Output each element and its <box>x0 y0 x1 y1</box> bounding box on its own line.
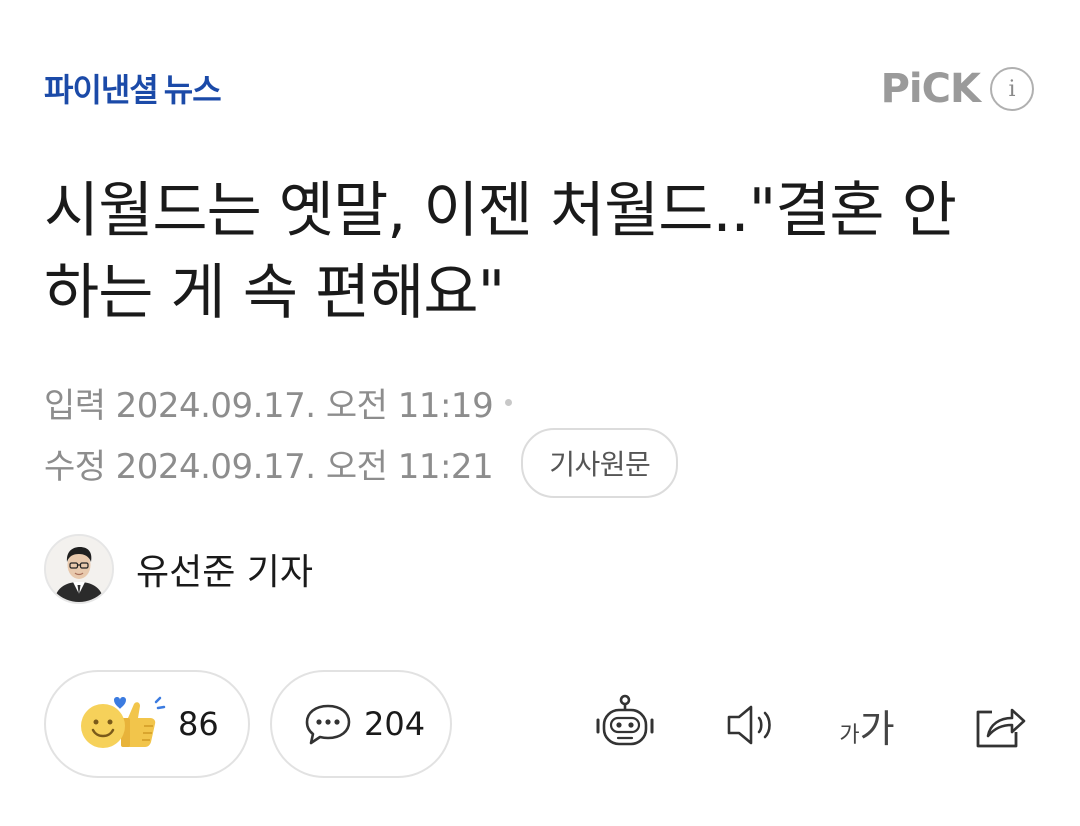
info-icon[interactable]: i <box>990 67 1034 111</box>
comment-icon <box>305 704 351 745</box>
author-avatar[interactable] <box>44 534 114 604</box>
press-logo[interactable]: 파이낸셜 뉴스 <box>44 66 222 110</box>
font-size-big: 가 <box>859 706 895 751</box>
thumbs-up-icon <box>121 696 166 747</box>
speaker-icon <box>727 705 771 745</box>
smile-emoji-icon <box>81 697 126 748</box>
info-glyph: i <box>1008 76 1016 102</box>
comment-button[interactable]: 204 <box>270 670 452 778</box>
modified-datetime: 2024.09.17. 오전 11:21 <box>115 446 494 487</box>
avatar-portrait-icon <box>46 536 112 602</box>
press-name-sub: 뉴스 <box>163 71 222 109</box>
press-name-main: 파이낸셜 <box>44 71 159 109</box>
article-headline: 시월드는 옛말, 이젠 처월드.."결혼 안 하는 게 속 편해요" <box>44 176 957 328</box>
reaction-count: 86 <box>178 705 219 743</box>
modified-date-row: 수정 2024.09.17. 오전 11:21 기사원문 <box>44 428 679 498</box>
font-size-icon: 가가 <box>839 698 894 753</box>
input-datetime: 2024.09.17. 오전 11:19 <box>115 386 494 426</box>
comment-count: 204 <box>364 705 426 743</box>
original-article-button[interactable]: 기사원문 <box>521 428 679 498</box>
pick-label: PiCK <box>880 66 981 112</box>
font-size-small: 가 <box>839 722 860 748</box>
separator-dot <box>505 399 513 406</box>
reaction-emoji-icon <box>81 696 166 748</box>
author-block[interactable]: 유선준 기자 <box>44 534 313 604</box>
modified-label: 수정 <box>44 446 106 487</box>
pick-badge: PiCK i <box>881 66 1034 112</box>
input-label: 입력 <box>44 386 106 426</box>
share-icon <box>976 708 1026 748</box>
robot-icon <box>596 694 654 746</box>
ai-summary-button[interactable] <box>590 690 660 760</box>
reaction-button[interactable]: 86 <box>44 670 250 778</box>
share-button[interactable] <box>964 690 1034 760</box>
font-size-button[interactable]: 가가 <box>832 690 902 760</box>
read-aloud-button[interactable] <box>714 690 784 760</box>
input-date-row: 입력 2024.09.17. 오전 11:19 <box>44 378 513 427</box>
author-name[interactable]: 유선준 기자 <box>136 543 313 595</box>
